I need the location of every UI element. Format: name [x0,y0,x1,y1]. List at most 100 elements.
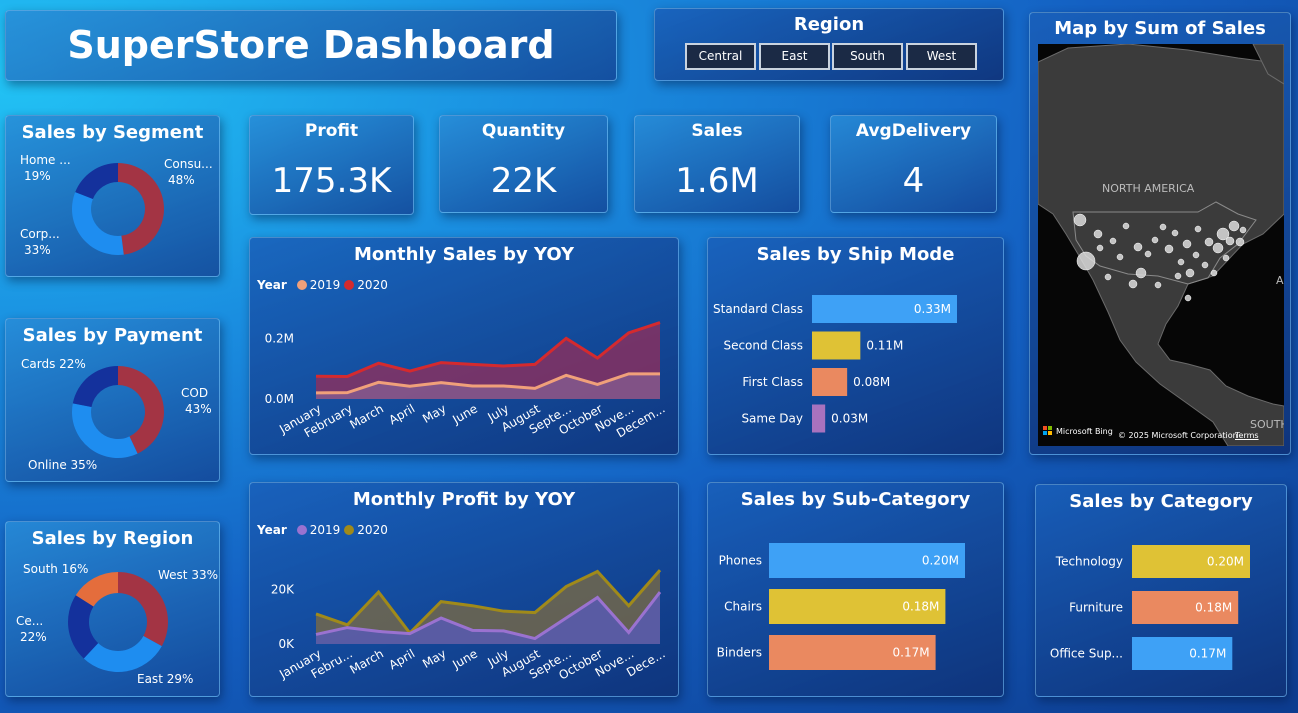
bar-category-label: Phones [719,554,762,568]
donut-slice-label: COD 43% [181,386,212,416]
bar-category-label: Office Sup... [1050,647,1123,661]
donut-slice-label: East 29% [137,672,193,686]
sales-by-segment-chart: Consu... 48% Corp... 33% Home ... 19% [20,153,213,257]
map-bubble[interactable] [1073,213,1087,227]
map-south-label: SOUTH [1250,418,1284,431]
bar-category-label: Furniture [1069,601,1123,615]
y-tick-label: 0.2M [265,331,294,345]
map-bubble[interactable] [1116,253,1124,261]
x-tick-label: June [449,401,480,427]
map-bubble[interactable] [1096,244,1104,252]
map-bubble[interactable] [1239,226,1247,234]
map-bubble[interactable] [1144,250,1152,258]
kpi-sales-value: 1.6M [675,161,759,201]
x-tick-label: June [449,646,480,672]
region-option-east[interactable]: East [759,43,830,70]
map-bubble[interactable] [1076,251,1096,271]
y-tick-label: 0K [278,637,295,651]
sales-by-payment-chart: COD 43% Online 35% Cards 22% [21,357,212,472]
x-tick-label: May [420,646,448,671]
donut-slice[interactable] [75,163,118,200]
map-bubble[interactable] [1177,258,1185,266]
map-continent-label: NORTH AMERICA [1102,182,1195,195]
bar-category-label: Same Day [741,412,803,426]
map-bubble[interactable] [1192,251,1200,259]
bar[interactable] [812,368,848,396]
region-option-south[interactable]: South [832,43,903,70]
ship-mode-panel: Sales by Ship Mode Standard Class 0.33M Se… [707,237,1004,455]
donut-slice-label: Corp... 33% [20,227,60,257]
region-option-central[interactable]: Central [685,43,756,70]
map-bubble[interactable] [1225,236,1235,246]
donut-slice[interactable] [72,403,138,458]
map-bubble[interactable] [1093,229,1103,239]
x-tick-label: May [420,401,448,426]
kpi-avgdelivery-label: AvgDelivery [855,121,972,141]
sales-by-payment-panel: Sales by Payment COD 43% Online 35% Cards 2… [5,318,220,482]
bar-value-label: 0.20M [1207,555,1244,569]
donut-slice-label: West 33% [158,568,218,582]
map-bubble[interactable] [1204,237,1214,247]
region-slicer: Region Central East South West [654,8,1004,81]
map-terms-link[interactable]: Terms [1235,431,1259,440]
map-bubble[interactable] [1210,269,1218,277]
bar-value-label: 0.18M [902,600,939,614]
map-attribution: Microsoft Bing [1056,427,1113,436]
y-tick-label: 0.0M [265,392,294,406]
ship-mode-chart: Standard Class 0.33M Second Class 0.11M Firs… [713,295,957,433]
map-bubble[interactable] [1104,273,1112,281]
map-bubble[interactable] [1182,239,1192,249]
map-bubble[interactable] [1184,294,1192,302]
category-chart: Technology 0.20M Furniture 0.18M Office Sup.… [1050,545,1250,670]
monthly-profit-chart: 0K20KJanuaryFebru...March April May June Jul… [271,569,668,683]
region-slicer-title: Region [793,14,865,35]
bar[interactable] [812,331,861,360]
donut-slice-label: Cards 22% [21,357,86,371]
map-bubble[interactable] [1109,237,1117,245]
bar[interactable] [812,404,826,433]
kpi-sales-card: Sales 1.6M [634,115,800,213]
region-option-west[interactable]: West [906,43,977,70]
sales-by-segment-panel: Sales by Segment Consu... 48% Corp... 33% Ho… [5,115,220,277]
donut-slice[interactable] [72,366,118,407]
map-bubble[interactable] [1194,225,1202,233]
map-bubble[interactable] [1201,261,1209,269]
kpi-profit-value: 175.3K [271,161,392,201]
donut-slice[interactable] [71,192,124,255]
map-bubble[interactable] [1133,242,1143,252]
category-panel: Sales by Category Technology 0.20M Furnitu… [1035,484,1287,697]
map-bubble[interactable] [1228,220,1240,232]
map-bubble[interactable] [1135,267,1147,279]
map-bubble[interactable] [1154,281,1162,289]
map-bubble[interactable] [1222,254,1230,262]
bar-value-label: 0.17M [1189,647,1226,661]
map-canvas[interactable]: NORTH AMERICA SOUTH A Microsoft Bing © 2… [1038,44,1284,446]
kpi-profit-label: Profit [304,121,359,141]
map-bubble[interactable] [1171,229,1179,237]
donut-slice[interactable] [118,163,165,255]
map-bubble[interactable] [1235,237,1245,247]
map-bubble[interactable] [1174,272,1182,280]
donut-slice-label: South 16% [23,562,88,576]
map-bubble[interactable] [1122,222,1130,230]
donut-slice[interactable] [118,572,168,647]
x-tick-label: March [347,646,386,676]
map-bubble[interactable] [1151,236,1159,244]
map-bubble[interactable] [1185,268,1195,278]
bar-value-label: 0.18M [1195,601,1232,615]
map-bubble[interactable] [1164,244,1174,254]
x-tick-label: April [387,401,418,427]
kpi-sales-label: Sales [691,121,743,141]
donut-slice-label: Home ... 19% [20,153,71,183]
sales-by-region-panel: Sales by Region West 33% East 29% Ce... 22%… [5,521,220,697]
bar-category-label: Technology [1055,555,1123,569]
x-tick-label: April [387,646,418,672]
kpi-quantity-card: Quantity 22K [439,115,608,213]
map-copyright: © 2025 Microsoft Corporation [1118,431,1238,440]
map-bubble[interactable] [1159,223,1167,231]
map-bubble[interactable] [1128,279,1138,289]
bar-category-label: First Class [742,375,803,389]
sales-by-region-chart: West 33% East 29% Ce... 22% South 16% [16,562,218,686]
map-bubble[interactable] [1212,242,1224,254]
monthly-profit-panel: Monthly Profit by YOY Year 2019 2020 0K 20K… [249,482,679,697]
